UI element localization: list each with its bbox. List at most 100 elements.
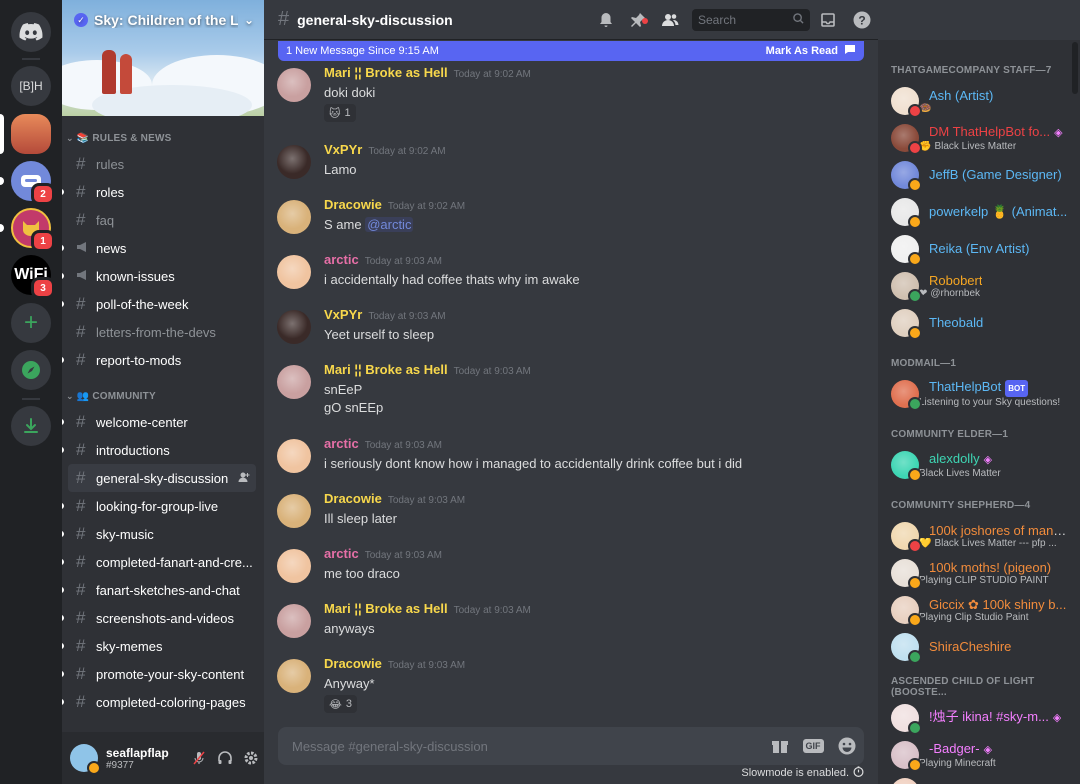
inbox-icon[interactable] (810, 12, 846, 28)
avatar[interactable] (277, 549, 311, 583)
category-header[interactable]: ⌄ 📚 RULES & NEWS (62, 126, 264, 150)
server-wifi[interactable]: WiFi 3 (11, 255, 55, 299)
channel-report-to-mods[interactable]: # report-to-mods (62, 346, 256, 374)
avatar[interactable] (277, 145, 311, 179)
avatar[interactable] (277, 659, 311, 693)
message[interactable]: Mari ¦¦ Broke as Hell Today at 9:03 AM snE… (264, 361, 878, 417)
avatar[interactable] (277, 200, 311, 234)
message-author[interactable]: arctic (324, 546, 359, 561)
bell-icon[interactable] (590, 12, 622, 28)
message[interactable]: Mari ¦¦ Broke as Hell Today at 9:03 AM any… (264, 600, 878, 638)
message[interactable]: Mari ¦¦ Broke as Hell Today at 9:02 AM dok… (264, 64, 878, 122)
message[interactable]: arctic Today at 9:03 AM i accidentally had… (264, 251, 878, 289)
channel-news[interactable]: news (62, 234, 256, 262)
gear-icon[interactable] (238, 750, 264, 766)
member-item[interactable]: 100k moths! (pigeon) Playing CLIP STUDIO … (878, 554, 1080, 591)
channel-faq[interactable]: # faq (68, 206, 256, 234)
member-item[interactable]: Theobald (878, 304, 1080, 341)
channel-welcome-center[interactable]: # welcome-center (62, 408, 256, 436)
message-author[interactable]: VxPYr (324, 142, 362, 157)
message-author[interactable]: Dracowie (324, 656, 382, 671)
member-item[interactable]: DM ThatHelpBot fo... ◈ ✊ Black Lives Matter (878, 119, 1080, 156)
message[interactable]: VxPYr Today at 9:03 AM Yeet urself to slee… (264, 306, 878, 344)
channel-rules[interactable]: # rules (68, 150, 256, 178)
server-banner[interactable]: ✓ Sky: Children of the Li... ⌄ (62, 0, 264, 116)
member-item[interactable]: Reika (Env Artist) (878, 230, 1080, 267)
channel-sky-memes[interactable]: # sky-memes (62, 632, 256, 660)
message[interactable]: Dracowie Today at 9:03 AM Ill sleep later (264, 490, 878, 528)
member-item[interactable]: ShiraCheshire (878, 628, 1080, 665)
channel-letters-from-the-devs[interactable]: # letters-from-the-devs (68, 318, 256, 346)
channel-promote-your-sky-content[interactable]: # promote-your-sky-content (62, 660, 256, 688)
message[interactable]: arctic Today at 9:03 AM i seriously dont k… (264, 435, 878, 473)
avatar[interactable] (277, 68, 311, 102)
message-author[interactable]: arctic (324, 436, 359, 451)
reaction[interactable]: 🐱 1 (324, 104, 356, 122)
member-item[interactable]: ThatHelpBot BOT Listening to your Sky ques… (878, 375, 1080, 412)
avatar[interactable] (277, 439, 311, 473)
member-item[interactable]: 100k friends for Saki◈ (878, 773, 1080, 784)
member-item[interactable]: -Badger- ◈ Playing Minecraft (878, 736, 1080, 773)
message-author[interactable]: Mari ¦¦ Broke as Hell (324, 65, 448, 80)
channel-fanart-sketches-and-chat[interactable]: # fanart-sketches-and-chat (62, 576, 256, 604)
channel-completed-fanart-and-cre-[interactable]: # completed-fanart-and-cre... (62, 548, 256, 576)
member-item[interactable]: Robobert ❤ @rhornbek (878, 267, 1080, 304)
avatar[interactable] (277, 494, 311, 528)
avatar[interactable] (277, 310, 311, 344)
member-item[interactable]: !烛子 ikina! #sky-m... ◈ (878, 699, 1080, 736)
download-apps-button[interactable] (11, 406, 51, 446)
members-icon[interactable] (654, 12, 686, 28)
channel-looking-for-group-live[interactable]: # looking-for-group-live (62, 492, 256, 520)
avatar[interactable] (277, 365, 311, 399)
message-author[interactable]: Mari ¦¦ Broke as Hell (324, 362, 448, 377)
member-item[interactable]: JeffB (Game Designer) (878, 156, 1080, 193)
member-list-scrollbar[interactable] (1072, 42, 1078, 94)
message[interactable]: arctic Today at 9:03 AM me too draco (264, 545, 878, 583)
message-input[interactable]: Message #general-sky-discussion GIF (278, 727, 864, 765)
message[interactable]: VxPYr Today at 9:02 AM Lamo (264, 141, 878, 179)
home-button[interactable] (11, 12, 51, 52)
member-item[interactable]: Giccix ✿ 100k shiny b... Playing Clip Stu… (878, 591, 1080, 628)
server-header[interactable]: ✓ Sky: Children of the Li... ⌄ (74, 12, 254, 28)
gif-button[interactable]: GIF (796, 739, 830, 753)
help-icon[interactable]: ? (846, 11, 878, 29)
server-text-bh[interactable]: [B]H (11, 66, 51, 106)
message-author[interactable]: Dracowie (324, 491, 382, 506)
channel-completed-coloring-pages[interactable]: # completed-coloring-pages (62, 688, 256, 716)
message[interactable]: Dracowie Today at 9:03 AM Anyway* 😂 3 (264, 655, 878, 713)
mute-mic-icon[interactable] (186, 750, 212, 766)
message-author[interactable]: arctic (324, 252, 359, 267)
server-3[interactable]: 1 (0, 208, 55, 252)
invite-icon[interactable] (238, 471, 250, 486)
member-item[interactable]: alexdolly ◈ Black Lives Matter (878, 446, 1080, 483)
server-sky-children-of-the-light[interactable] (0, 114, 51, 154)
explore-servers-button[interactable] (11, 350, 51, 390)
mark-as-read-button[interactable]: Mark As Read (766, 45, 838, 57)
category-header[interactable]: ⌄ 👥 COMMUNITY (62, 384, 264, 408)
message-author[interactable]: Mari ¦¦ Broke as Hell (324, 601, 448, 616)
reaction[interactable]: 😂 3 (324, 695, 357, 713)
search-input[interactable]: Search (692, 8, 810, 31)
message[interactable]: Dracowie Today at 9:02 AM S ame @arctic (264, 196, 878, 234)
channel-screenshots-and-videos[interactable]: # screenshots-and-videos (62, 604, 256, 632)
channel-known-issues[interactable]: known-issues (62, 262, 256, 290)
gift-icon[interactable] (764, 738, 796, 754)
channel-roles[interactable]: # roles (62, 178, 256, 206)
channel-introductions[interactable]: # introductions (62, 436, 256, 464)
channel-sky-music[interactable]: # sky-music (62, 520, 256, 548)
headphones-icon[interactable] (212, 750, 238, 766)
member-item[interactable]: powerkelp 🍍 (Animat... (878, 193, 1080, 230)
new-messages-bar[interactable]: 1 New Message Since 9:15 AM Mark As Read (278, 41, 864, 61)
add-server-button[interactable]: + (11, 303, 51, 343)
member-item[interactable]: 100k joshores of mann... 💛 Black Lives Mat… (878, 517, 1080, 554)
pin-icon[interactable] (622, 12, 654, 28)
message-author[interactable]: Dracowie (324, 197, 382, 212)
server-2[interactable]: 2 (0, 161, 55, 205)
channel-poll-of-the-week[interactable]: # poll-of-the-week (62, 290, 256, 318)
message-author[interactable]: VxPYr (324, 307, 362, 322)
avatar[interactable] (277, 604, 311, 638)
emoji-icon[interactable] (830, 737, 864, 755)
channel-general-sky-discussion[interactable]: # general-sky-discussion (68, 464, 256, 492)
user-mention[interactable]: @arctic (365, 217, 414, 232)
member-item[interactable]: Ash (Artist) 🍩 (878, 82, 1080, 119)
